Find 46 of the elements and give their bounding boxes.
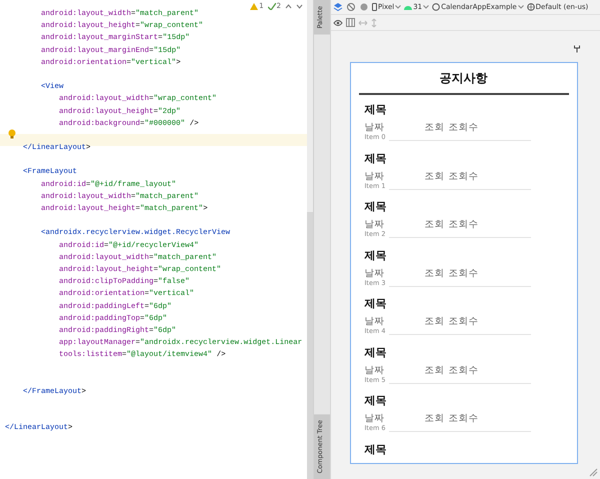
android-icon (404, 4, 412, 10)
item-title: 제목 (364, 344, 388, 360)
item-date: 날짜 (364, 170, 386, 182)
item-date: 날짜 (364, 412, 386, 425)
notice-title: 공지사항 (438, 70, 488, 87)
views-label: 조회 (424, 218, 444, 231)
item-date: 날짜 (364, 364, 386, 376)
theme-icon (432, 3, 440, 11)
chevron-down-icon (395, 5, 402, 9)
views-label: 조회 (424, 412, 444, 425)
item-date: 날짜 (364, 266, 386, 280)
item-title: 제목 (364, 102, 388, 118)
item-title: 제목 (364, 442, 388, 458)
views-count: 조회수 (448, 315, 478, 328)
views-label: 조회 (424, 170, 444, 182)
chevron-down-icon[interactable] (296, 4, 303, 8)
chevron-up-icon[interactable] (285, 4, 292, 8)
chevron-down-icon (518, 5, 524, 9)
item-title: 제목 (364, 150, 388, 166)
item-date: 날짜 (364, 315, 386, 328)
chevron-down-icon (423, 5, 430, 9)
views-count: 조회수 (448, 170, 478, 182)
phone-icon (372, 3, 377, 11)
layers-icon[interactable] (333, 2, 343, 12)
views-count: 조회수 (448, 266, 478, 280)
views-label: 조회 (424, 364, 444, 376)
item-title: 제목 (364, 393, 388, 409)
pin-icon[interactable] (574, 45, 580, 53)
eye-icon[interactable] (333, 18, 343, 26)
item-title: 제목 (364, 248, 388, 264)
lightbulb-icon[interactable] (8, 129, 16, 139)
views-label: 조회 (424, 315, 444, 328)
item-title: 제목 (364, 199, 388, 215)
resize-handle-icon[interactable] (589, 468, 598, 477)
globe-icon (526, 3, 535, 11)
views-label: 조회 (424, 266, 444, 280)
panel-icon[interactable] (346, 18, 355, 27)
views-count: 조회수 (448, 412, 478, 425)
scrollbar-thumb[interactable] (307, 212, 313, 479)
views-count: 조회수 (448, 218, 478, 231)
item-date: 날짜 (364, 218, 386, 231)
item-date: 날짜 (364, 121, 386, 134)
views-count: 조회수 (448, 364, 478, 376)
views-count: 조회수 (448, 121, 478, 134)
item-title: 제목 (364, 296, 388, 312)
views-label: 조회 (424, 121, 444, 134)
